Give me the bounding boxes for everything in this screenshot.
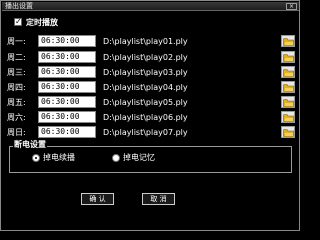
day-label: 周日: (7, 128, 26, 137)
day-label: 周六: (7, 113, 26, 122)
day-row-wednesday: 周三: 06:30:00 D:\playlist\play03.ply (1, 66, 301, 79)
day-label: 周五: (7, 98, 26, 107)
playlist-path-friday: D:\playlist\play05.ply (103, 98, 188, 107)
browse-button-tuesday[interactable] (281, 51, 295, 63)
window-title: 播出设置 (5, 2, 33, 10)
folder-icon (283, 129, 294, 137)
playlist-path-thursday: D:\playlist\play04.ply (103, 83, 188, 92)
day-row-friday: 周五: 06:30:00 D:\playlist\play05.ply (1, 96, 301, 109)
folder-icon (283, 99, 294, 107)
time-input-thursday[interactable]: 06:30:00 (38, 81, 96, 93)
playlist-path-wednesday: D:\playlist\play03.ply (103, 68, 188, 77)
day-row-tuesday: 周二: 06:30:00 D:\playlist\play02.ply (1, 51, 301, 64)
close-button[interactable]: × (286, 3, 297, 10)
folder-icon (283, 84, 294, 92)
browse-button-thursday[interactable] (281, 81, 295, 93)
playlist-path-saturday: D:\playlist\play06.ply (103, 113, 188, 122)
day-label: 周三: (7, 68, 26, 77)
browse-button-sunday[interactable] (281, 126, 295, 138)
remember-position-label: 掉电记忆 (123, 153, 155, 162)
day-row-thursday: 周四: 06:30:00 D:\playlist\play04.ply (1, 81, 301, 94)
day-row-monday: 周一: 06:30:00 D:\playlist\play01.ply (1, 35, 301, 48)
radio-selected-dot (35, 157, 37, 159)
browse-button-saturday[interactable] (281, 111, 295, 123)
folder-icon (283, 38, 294, 46)
day-row-saturday: 周六: 06:30:00 D:\playlist\play06.ply (1, 111, 301, 124)
time-input-friday[interactable]: 06:30:00 (38, 96, 96, 108)
timed-play-label: 定时播放 (26, 18, 58, 27)
title-bar: 播出设置 × (2, 2, 299, 11)
playlist-path-monday: D:\playlist\play01.ply (103, 37, 188, 46)
browse-button-friday[interactable] (281, 96, 295, 108)
time-input-monday[interactable]: 06:30:00 (38, 35, 96, 47)
ok-button[interactable]: 确 认 (81, 193, 114, 205)
time-input-sunday[interactable]: 06:30:00 (38, 126, 96, 138)
browse-button-wednesday[interactable] (281, 66, 295, 78)
folder-icon (283, 114, 294, 122)
browse-button-monday[interactable] (281, 35, 295, 47)
time-input-saturday[interactable]: 06:30:00 (38, 111, 96, 123)
day-label: 周一: (7, 37, 26, 46)
folder-icon (283, 54, 294, 62)
playlist-path-sunday: D:\playlist\play07.ply (103, 128, 188, 137)
timed-play-checkbox[interactable]: ✓ (14, 18, 22, 26)
day-label: 周二: (7, 53, 26, 62)
resume-playback-radio[interactable] (32, 154, 40, 162)
resume-playback-label: 掉电续播 (43, 153, 75, 162)
day-row-sunday: 周日: 06:30:00 D:\playlist\play07.ply (1, 126, 301, 139)
cancel-button[interactable]: 取 消 (142, 193, 175, 205)
day-label: 周四: (7, 83, 26, 92)
time-input-wednesday[interactable]: 06:30:00 (38, 66, 96, 78)
settings-dialog: 播出设置 × ✓ 定时播放 周一: 06:30:00 D:\playlist\p… (0, 0, 300, 231)
power-outage-legend: 断电设置 (13, 140, 47, 150)
playlist-path-tuesday: D:\playlist\play02.ply (103, 53, 188, 62)
folder-icon (283, 69, 294, 77)
time-input-tuesday[interactable]: 06:30:00 (38, 51, 96, 63)
remember-position-radio[interactable] (112, 154, 120, 162)
